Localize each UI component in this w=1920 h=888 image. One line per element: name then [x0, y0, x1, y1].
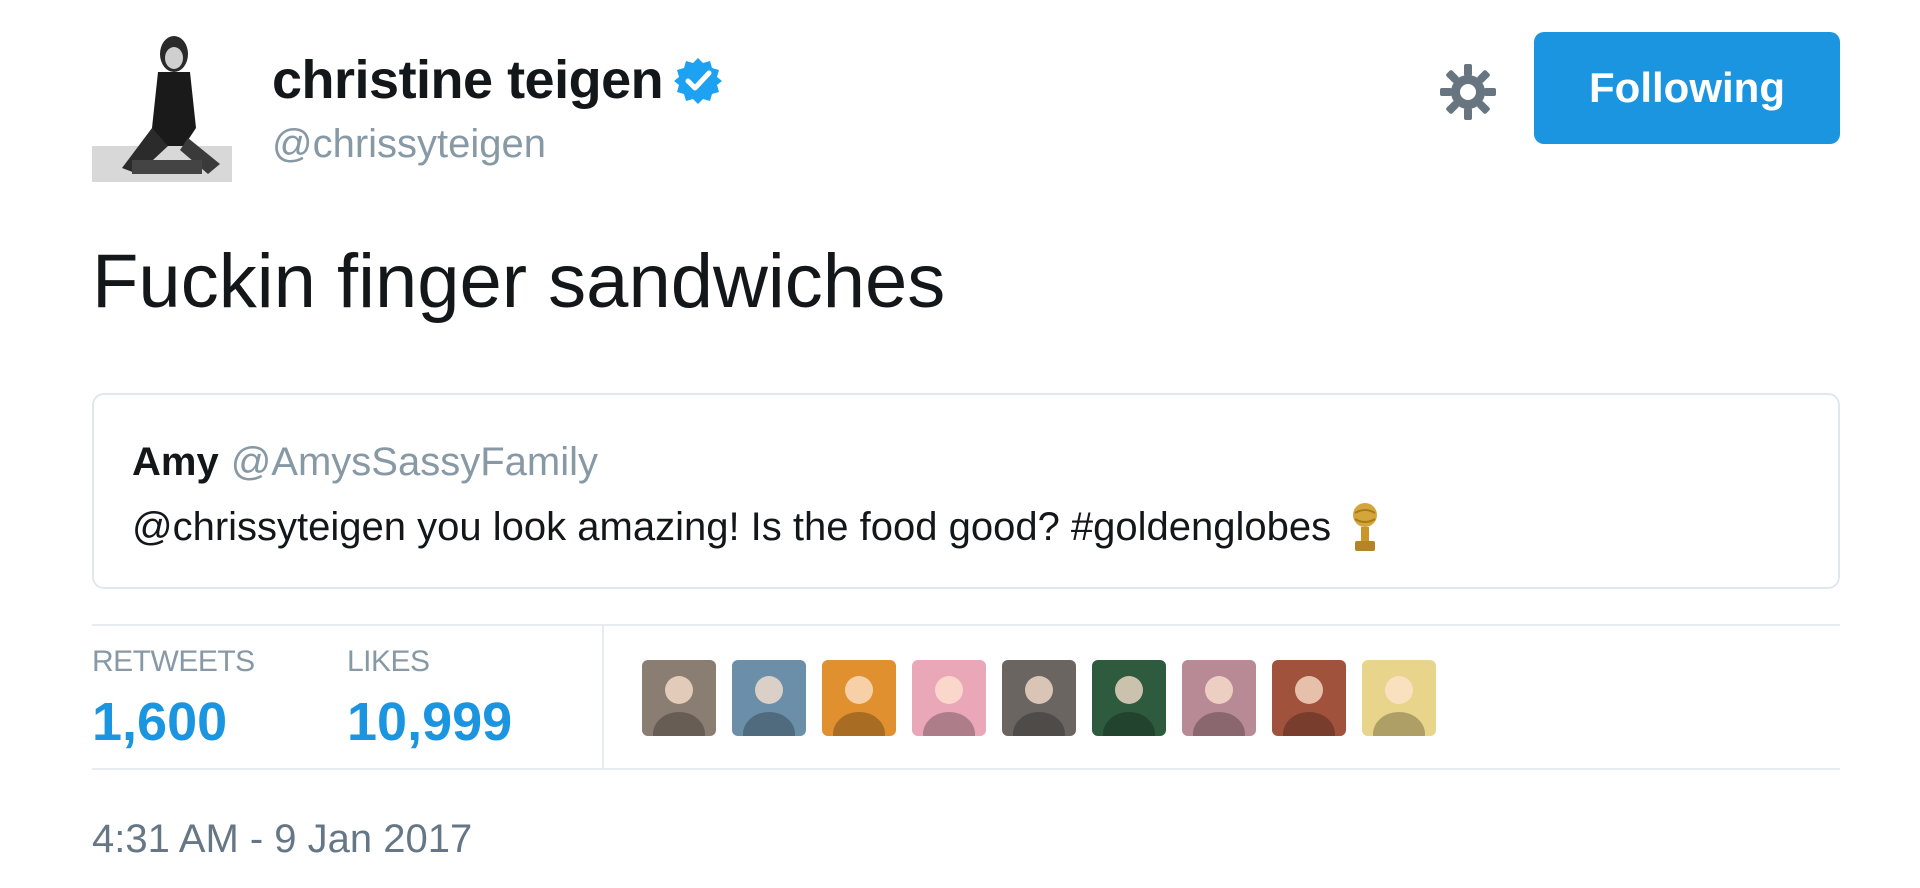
retweets-label: RETWEETS [92, 645, 255, 678]
likes-count: 10,999 [347, 692, 513, 752]
author-info: christine teigen @chrissyteigen [272, 48, 723, 170]
gear-icon[interactable] [1438, 62, 1498, 122]
verified-badge-icon [674, 58, 723, 104]
quoted-author-name: Amy [132, 440, 219, 484]
liker-avatar-3[interactable] [822, 660, 896, 736]
retweets-stat[interactable]: RETWEETS 1,600 [92, 644, 255, 754]
following-button[interactable]: Following [1534, 32, 1840, 144]
stats-divider-bottom [92, 768, 1840, 770]
stats-divider-vertical [602, 626, 604, 768]
quoted-tweet[interactable]: Amy @AmysSassyFamily @chrissyteigen you l… [92, 393, 1840, 589]
author-display-name[interactable]: christine teigen [272, 48, 664, 112]
quoted-tweet-text-row: @chrissyteigen you look amazing! Is the … [132, 499, 1383, 555]
avatar-photo [92, 28, 232, 182]
author-avatar[interactable] [92, 28, 232, 182]
liker-avatar-9[interactable] [1362, 660, 1436, 736]
likes-label: LIKES [347, 645, 430, 678]
retweets-count: 1,600 [92, 692, 228, 752]
liker-avatar-1[interactable] [642, 660, 716, 736]
quoted-author-handle: @AmysSassyFamily [230, 440, 599, 484]
liker-avatar-7[interactable] [1182, 660, 1256, 736]
liker-avatars [642, 660, 1452, 736]
golden-globe-icon [1353, 503, 1378, 551]
quoted-tweet-header: Amy @AmysSassyFamily [132, 437, 598, 487]
quoted-tweet-text: @chrissyteigen you look amazing! Is the … [132, 505, 1332, 549]
liker-avatar-5[interactable] [1002, 660, 1076, 736]
author-handle[interactable]: @chrissyteigen [272, 118, 723, 170]
likes-stat[interactable]: LIKES 10,999 [347, 644, 512, 754]
liker-avatar-2[interactable] [732, 660, 806, 736]
tweet-timestamp[interactable]: 4:31 AM - 9 Jan 2017 [92, 814, 472, 864]
tweet-card: christine teigen @chrissyteigen Followin… [0, 0, 1920, 888]
stats-divider-top [92, 624, 1840, 626]
liker-avatar-6[interactable] [1092, 660, 1166, 736]
liker-avatar-4[interactable] [912, 660, 986, 736]
tweet-text: Fuckin finger sandwiches [92, 239, 946, 324]
liker-avatar-8[interactable] [1272, 660, 1346, 736]
